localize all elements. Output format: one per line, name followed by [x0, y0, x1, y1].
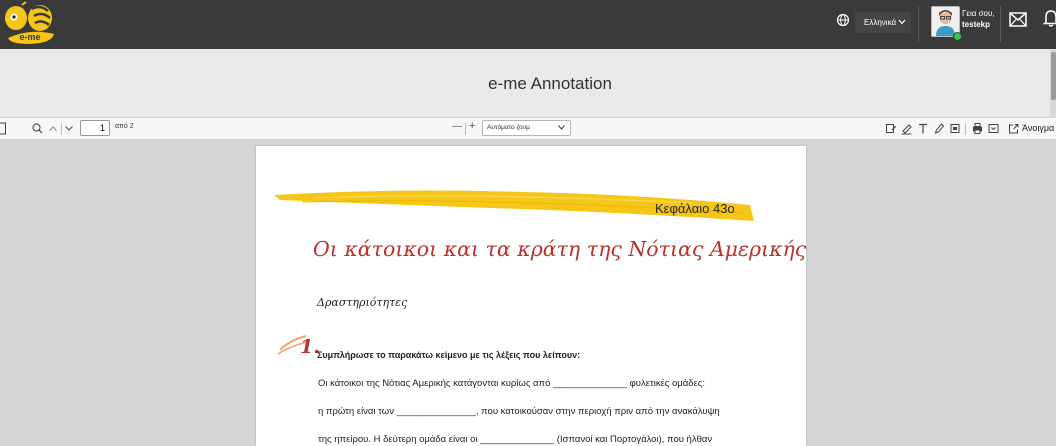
pdf-viewer-toolbar: από 2 — + Αυτόματο ζουμ Άνοιγμα [0, 118, 1056, 140]
greeting-text: Γεια σου, [962, 9, 995, 18]
open-button[interactable]: Άνοιγμα [1022, 123, 1054, 133]
activities-heading: Δραστηριότητες [317, 296, 408, 309]
highlight-icon[interactable] [901, 122, 912, 135]
image-tool-icon[interactable] [950, 122, 960, 135]
chevron-down-icon [558, 125, 565, 130]
open-file-icon[interactable] [1008, 122, 1019, 135]
page-number-input[interactable] [80, 120, 110, 136]
exercise-instruction: Συμπλήρωσε το παρακάτω κείμενο με τις λέ… [317, 350, 581, 360]
draw-icon[interactable] [934, 122, 944, 135]
username-text: testekp [962, 20, 991, 29]
divider [918, 6, 919, 42]
zoom-out-button[interactable]: — [452, 121, 462, 132]
zoom-select-value: Αυτόματο ζουμ [487, 124, 530, 131]
annotation-note-icon[interactable] [886, 122, 897, 135]
app-title-bar: e-me Annotation [0, 49, 1056, 118]
print-icon[interactable] [972, 122, 983, 135]
language-selector[interactable]: Ελληνικά [855, 12, 911, 33]
toolbar-divider [965, 123, 966, 135]
sidebar-toggle-icon[interactable] [0, 122, 7, 135]
mail-icon[interactable] [1009, 12, 1027, 27]
divider [1000, 6, 1001, 42]
exercise-text-line: η πρώτη είναι των _______________, που κ… [318, 406, 720, 417]
top-navigation-bar: e-me Ελληνικά Γεια σου, testekp [0, 0, 1056, 49]
logo-label: e-me [19, 32, 40, 42]
zoom-in-button[interactable]: + [469, 120, 475, 132]
online-status-indicator [953, 32, 962, 41]
zoom-select[interactable]: Αυτόματο ζουμ [482, 120, 571, 136]
chapter-label: Κεφάλαιο 43ο [655, 201, 735, 216]
chapter-title: Οι κάτοικοι και τα κράτη της Νότιας Αμερ… [313, 237, 807, 261]
page-title: e-me Annotation [488, 74, 612, 93]
text-tool-icon[interactable] [918, 122, 928, 135]
search-icon[interactable] [32, 122, 43, 135]
bell-icon[interactable] [1043, 9, 1056, 27]
download-icon[interactable] [988, 122, 999, 135]
exercise-text-line: Οι κάτοικοι της Νότιας Αμερικής κατάγοντ… [318, 378, 706, 389]
previous-page-icon[interactable] [48, 122, 58, 135]
e-me-logo-icon[interactable]: e-me [2, 1, 58, 47]
page-count-label: από 2 [115, 123, 134, 130]
user-greeting[interactable]: Γεια σου, testekp [962, 8, 995, 30]
scrollbar-thumb[interactable] [1051, 52, 1056, 100]
toolbar-divider [465, 123, 466, 135]
exercise-text-line: της ηπείρου. Η δεύτερη ομάδα είναι οι __… [318, 434, 713, 445]
globe-icon [836, 13, 850, 27]
language-label: Ελληνικά [864, 18, 897, 27]
chevron-down-icon [898, 19, 906, 25]
next-page-icon[interactable] [64, 122, 74, 135]
toolbar-divider [61, 123, 62, 135]
